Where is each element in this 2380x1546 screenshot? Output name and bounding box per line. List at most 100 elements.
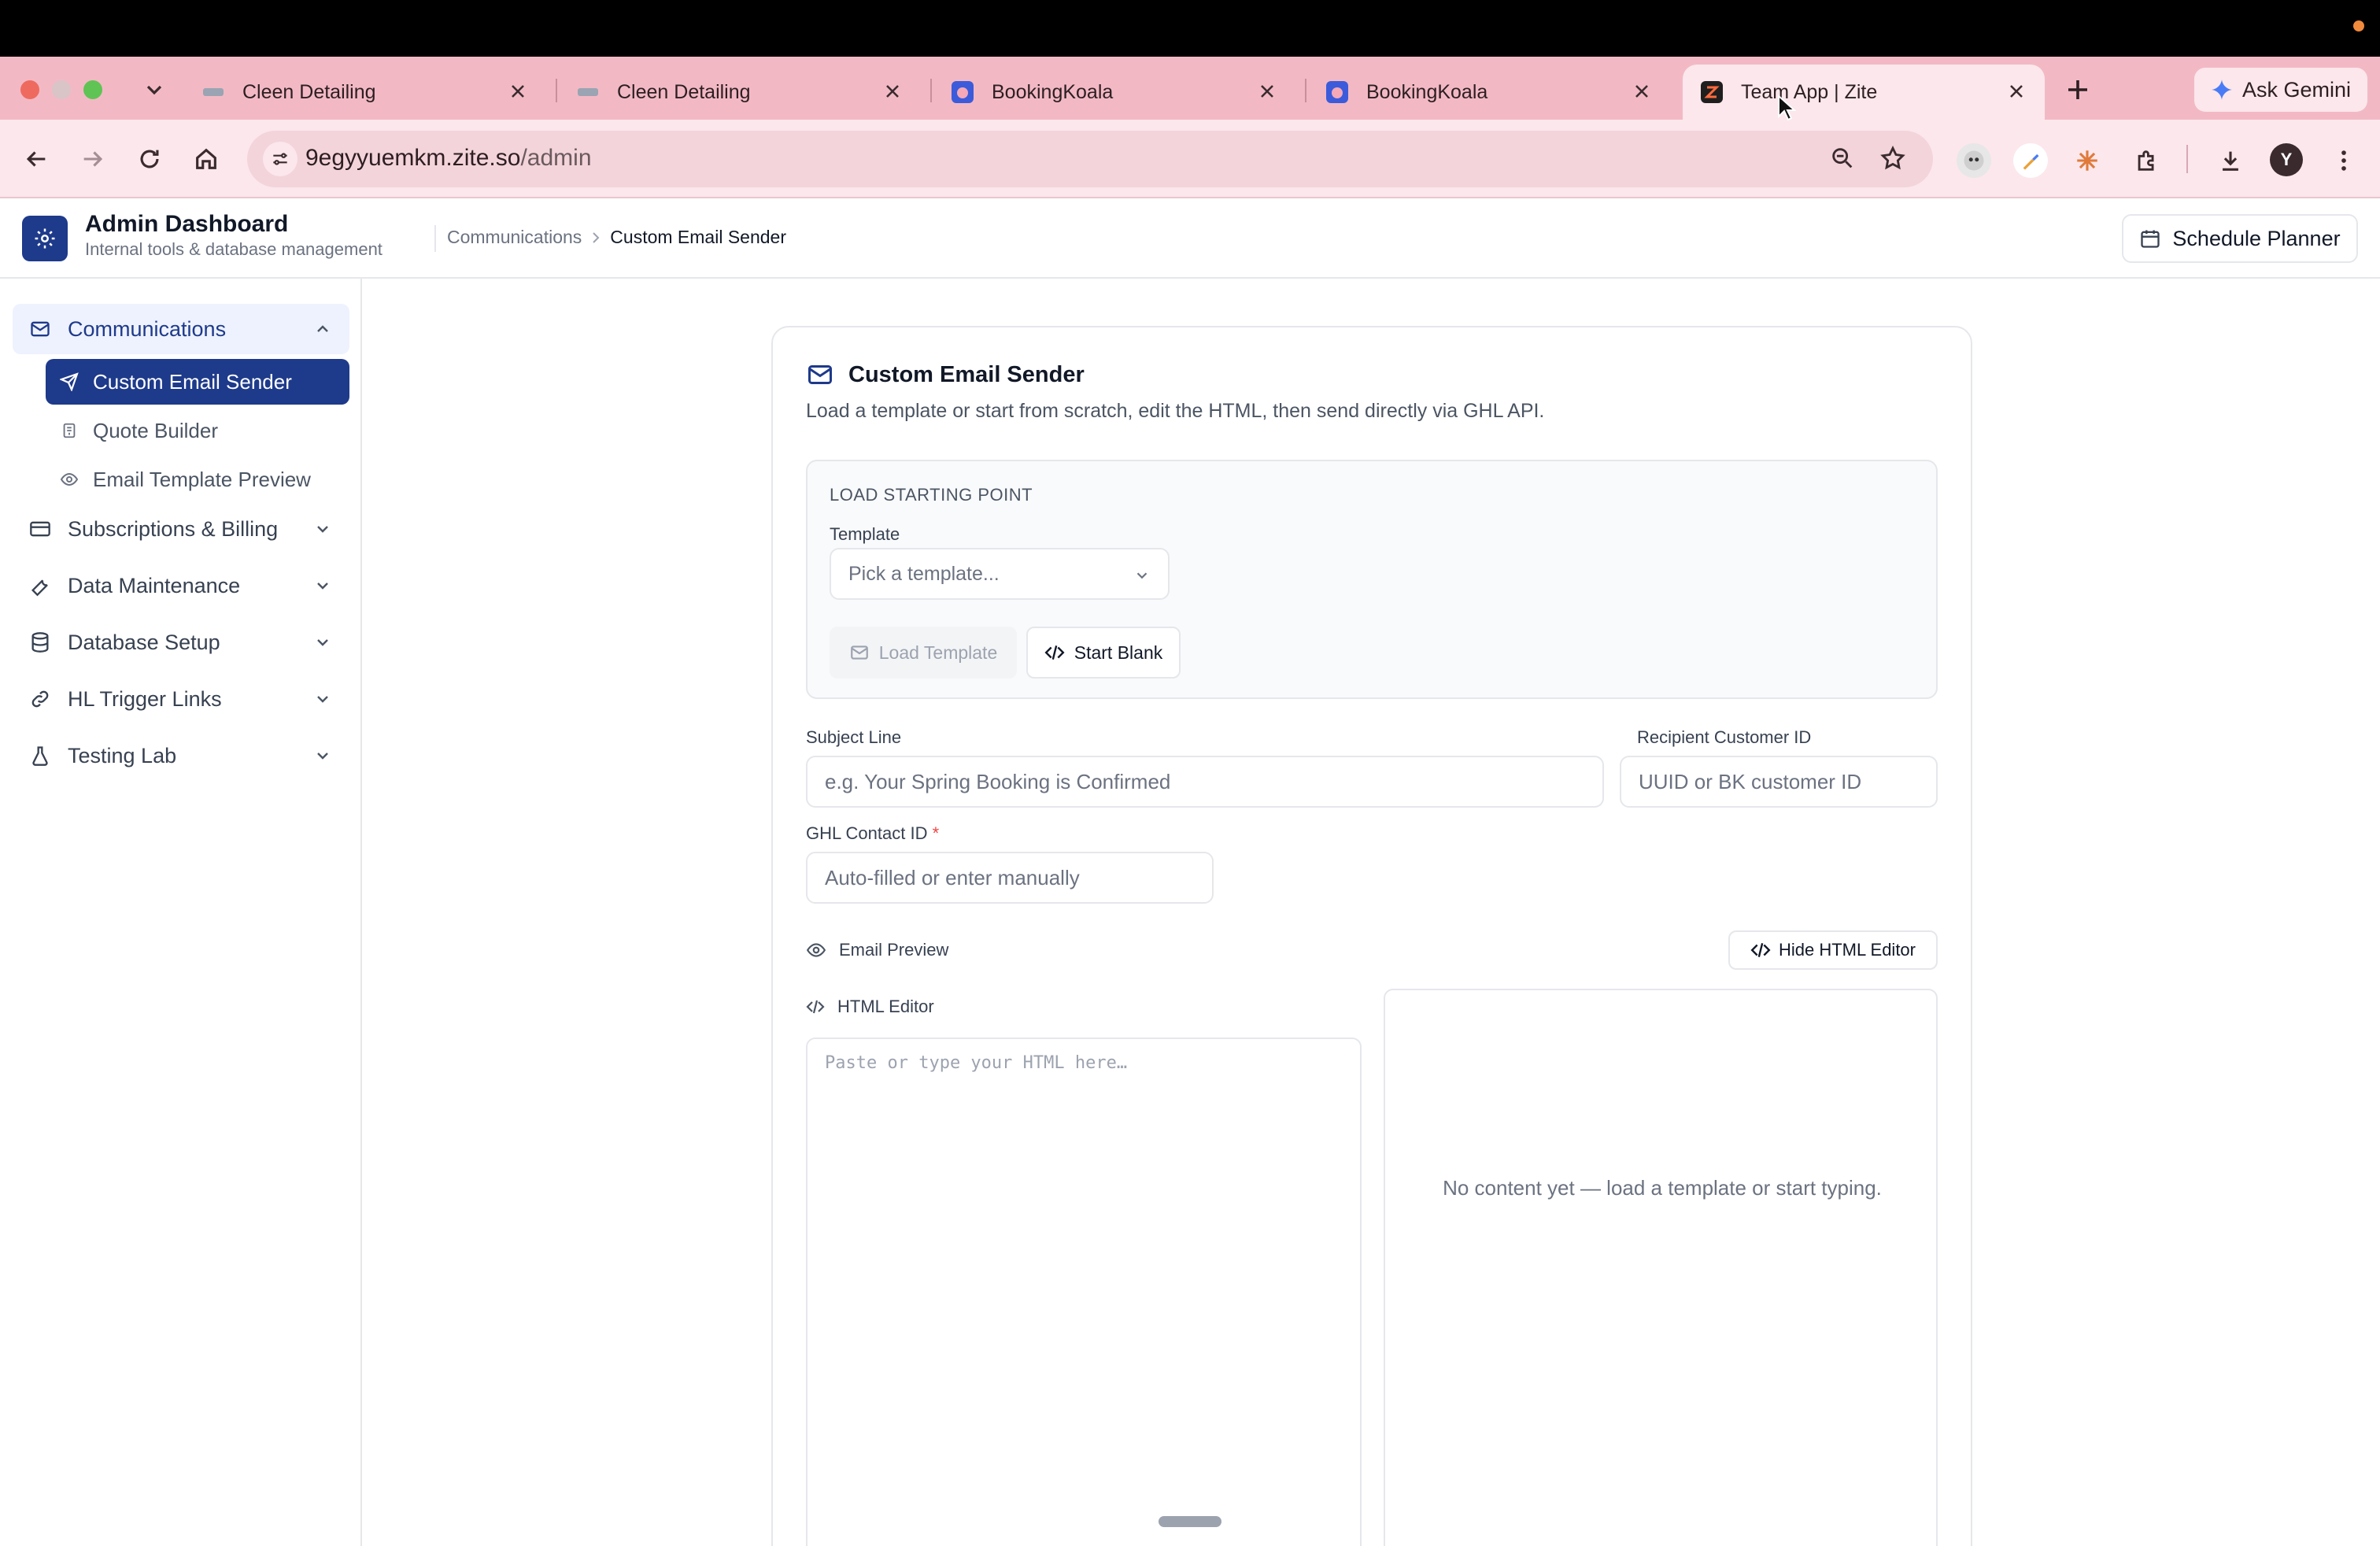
database-icon [28, 631, 52, 654]
template-label: Template [830, 524, 900, 544]
email-preview-pane: No content yet — load a template or star… [1384, 989, 1938, 1546]
browser-tab-active[interactable]: Team App | Zite [1683, 65, 2045, 120]
browser-toolbar: 9egyyuemkm.zite.so/admin Y [0, 120, 2380, 198]
subject-input[interactable]: e.g. Your Spring Booking is Confirmed [806, 756, 1604, 808]
starting-point-heading: LOAD STARTING POINT [830, 485, 1033, 505]
start-blank-button[interactable]: Start Blank [1026, 627, 1181, 679]
sidebar-group-communications[interactable]: Communications [13, 304, 349, 354]
sidebar-item-quote-builder[interactable]: Quote Builder [46, 408, 349, 453]
recipient-customer-id-input[interactable]: UUID or BK customer ID [1620, 756, 1938, 808]
back-arrow-icon[interactable] [20, 143, 52, 175]
tab-search-chevron-icon[interactable] [142, 77, 167, 102]
app-header: Admin Dashboard Internal tools & databas… [0, 198, 2380, 279]
load-template-button[interactable]: Load Template [830, 627, 1017, 679]
bookmark-star-icon[interactable] [1879, 145, 1908, 173]
url-path: /admin [520, 145, 592, 171]
browser-tab[interactable]: BookingKoala [1308, 65, 1670, 120]
ghl-contact-placeholder: Auto-filled or enter manually [825, 865, 1080, 890]
send-icon [60, 372, 79, 391]
url-host: 9egyyuemkm.zite.so [305, 145, 521, 171]
window-zoom-button[interactable] [83, 80, 102, 99]
close-icon[interactable] [2005, 80, 2027, 102]
sidebar-item-custom-email-sender[interactable]: Custom Email Sender [46, 359, 349, 405]
browser-tab[interactable]: Cleen Detailing [559, 65, 921, 120]
home-icon[interactable] [190, 143, 222, 175]
extension-brush-icon[interactable] [2013, 143, 2048, 178]
bookingkoala-icon [951, 80, 974, 104]
required-mark: * [932, 823, 940, 843]
ask-gemini-button[interactable]: Ask Gemini [2194, 68, 2367, 112]
extension-avatar-icon[interactable] [1957, 143, 1991, 178]
site-settings-icon[interactable] [263, 142, 298, 176]
tab-title: Cleen Detailing [242, 80, 376, 103]
eye-icon [60, 470, 79, 489]
close-icon[interactable] [507, 80, 529, 102]
browser-tab[interactable]: BookingKoala [933, 65, 1295, 120]
ghl-contact-label-text: GHL Contact ID [806, 823, 928, 843]
address-bar[interactable]: 9egyyuemkm.zite.so/admin [247, 131, 1933, 187]
reload-icon[interactable] [134, 143, 165, 175]
window-minimize-button[interactable] [52, 80, 71, 99]
bookingkoala-icon [1325, 80, 1349, 104]
menu-kebab-icon[interactable] [2326, 143, 2361, 178]
code-icon [1750, 943, 1771, 957]
app-subtitle: Internal tools & database management [85, 239, 382, 259]
close-icon[interactable] [1631, 80, 1653, 102]
eye-icon [806, 943, 826, 957]
zite-icon [1700, 80, 1724, 104]
card-title: Custom Email Sender [806, 361, 1085, 389]
sidebar-item-label: Custom Email Sender [93, 369, 292, 394]
tab-title: Team App | Zite [1741, 80, 1878, 103]
forward-arrow-icon[interactable] [77, 143, 109, 175]
tab-title: Cleen Detailing [617, 80, 751, 103]
chevron-down-icon [313, 520, 332, 538]
extension-sunburst-icon[interactable] [2070, 143, 2105, 178]
sidebar-group-label: HL Trigger Links [68, 686, 222, 711]
mail-icon [808, 365, 832, 384]
browser-tab[interactable]: Cleen Detailing [184, 65, 546, 120]
window-close-button[interactable] [20, 80, 39, 99]
ask-gemini-label: Ask Gemini [2241, 77, 2352, 102]
gear-icon [22, 216, 68, 261]
profile-initial: Y [2280, 150, 2293, 169]
receipt-icon [60, 421, 79, 440]
sidebar-group-data-maintenance[interactable]: Data Maintenance [13, 560, 349, 611]
breadcrumb-communications[interactable]: Communications [447, 227, 582, 248]
credit-card-icon [28, 517, 52, 541]
recipient-label: Recipient Customer ID [1637, 727, 1812, 747]
sidebar-group-hl-trigger-links[interactable]: HL Trigger Links [13, 674, 349, 724]
sidebar-item-label: Email Template Preview [93, 467, 311, 491]
sidebar-group-label: Testing Lab [68, 743, 177, 767]
extensions-puzzle-icon[interactable] [2130, 143, 2164, 178]
starting-point-panel: LOAD STARTING POINT Template Pick a temp… [806, 460, 1938, 699]
ghl-contact-id-input[interactable]: Auto-filled or enter manually [806, 852, 1214, 904]
schedule-planner-label: Schedule Planner [2172, 226, 2341, 250]
sidebar-group-database-setup[interactable]: Database Setup [13, 617, 349, 668]
preview-empty-message: No content yet — load a template or star… [1443, 1176, 1882, 1200]
subject-label: Subject Line [806, 727, 902, 747]
chevron-up-icon [313, 320, 332, 338]
breadcrumb-current: Custom Email Sender [610, 227, 786, 247]
zoom-icon[interactable] [1829, 145, 1857, 173]
html-editor-textarea[interactable]: Paste or type your HTML here… [806, 1037, 1362, 1546]
schedule-planner-button[interactable]: Schedule Planner [2122, 214, 2358, 263]
template-select[interactable]: Pick a template... [830, 548, 1170, 600]
sidebar-group-subscriptions-billing[interactable]: Subscriptions & Billing [13, 504, 349, 554]
download-icon[interactable] [2213, 143, 2248, 178]
close-icon[interactable] [1256, 80, 1278, 102]
app-title: Admin Dashboard [85, 211, 289, 237]
email-sender-card: Custom Email Sender Load a template or s… [771, 326, 1972, 1546]
sidebar-item-email-template-preview[interactable]: Email Template Preview [46, 457, 349, 502]
profile-avatar[interactable]: Y [2270, 143, 2303, 176]
hide-html-editor-button[interactable]: Hide HTML Editor [1728, 930, 1938, 970]
cleen-icon [201, 80, 225, 104]
tab-title: BookingKoala [992, 80, 1114, 103]
breadcrumb: Communications Custom Email Sender [447, 227, 786, 248]
resize-handle[interactable] [1159, 1516, 1221, 1527]
sidebar-group-label: Data Maintenance [68, 573, 241, 597]
html-editor-placeholder: Paste or type your HTML here… [825, 1053, 1128, 1073]
close-icon[interactable] [881, 80, 904, 102]
sidebar-group-label: Database Setup [68, 630, 220, 654]
new-tab-plus-icon[interactable] [2064, 76, 2092, 104]
sidebar-group-testing-lab[interactable]: Testing Lab [13, 730, 349, 781]
